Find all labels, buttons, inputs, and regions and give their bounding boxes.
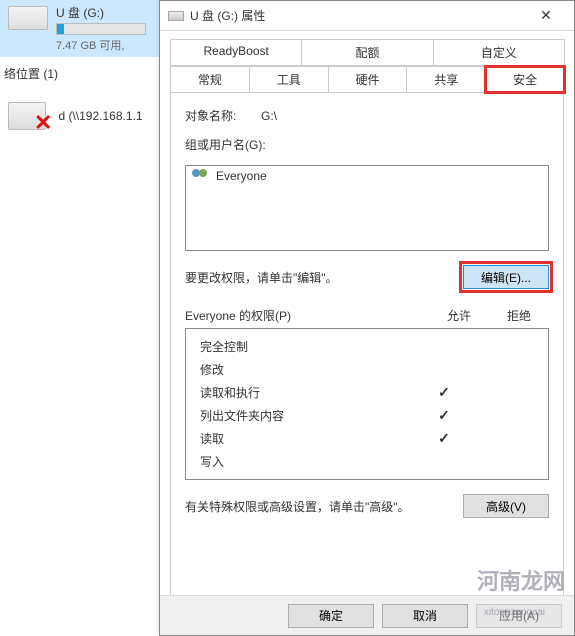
permission-name: 写入 (200, 453, 414, 470)
drive-capacity-fill (57, 24, 64, 34)
permissions-header-allow: 允许 (429, 307, 489, 324)
cancel-button[interactable]: 取消 (382, 604, 468, 628)
permission-row: 完全控制 (186, 335, 548, 358)
network-drive-item[interactable]: ✕ d (\\192.168.1.1 (0, 92, 160, 140)
tab-sharing[interactable]: 共享 (406, 66, 486, 93)
security-panel: 对象名称: G:\ 组或用户名(G): Everyone 要更改权限，请单击"编… (170, 92, 564, 612)
drive-name: U 盘 (G:) (56, 4, 146, 21)
disconnected-icon: ✕ (34, 110, 52, 136)
titlebar: U 盘 (G:) 属性 ✕ (160, 1, 574, 31)
tab-quota[interactable]: 配额 (301, 39, 433, 66)
edit-button[interactable]: 编辑(E)... (463, 265, 549, 289)
tab-row-bottom: 常规 工具 硬件 共享 安全 (170, 66, 564, 93)
advanced-row: 有关特殊权限或高级设置，请单击"高级"。 高级(V) (185, 494, 549, 518)
permissions-header-name: Everyone 的权限(P) (185, 307, 429, 324)
group-list[interactable]: Everyone (185, 165, 549, 251)
drive-capacity-bar (56, 23, 146, 35)
group-item-everyone[interactable]: Everyone (186, 166, 548, 186)
permission-row: 读取和执行✓ (186, 381, 548, 404)
dialog-title: U 盘 (G:) 属性 (190, 7, 526, 24)
drive-item[interactable]: U 盘 (G:) 7.47 GB 可用, (0, 0, 160, 57)
tab-customize[interactable]: 自定义 (433, 39, 565, 66)
group-icon (192, 169, 210, 183)
tab-security[interactable]: 安全 (485, 66, 565, 93)
apply-button[interactable]: 应用(A) (476, 604, 562, 628)
permission-row: 写入 (186, 450, 548, 473)
drive-icon (8, 6, 48, 30)
permission-name: 完全控制 (200, 338, 414, 355)
permission-name: 列出文件夹内容 (200, 407, 414, 424)
dialog-buttons: 确定 取消 应用(A) (160, 595, 574, 635)
network-locations-header: 络位置 (1) (0, 57, 160, 86)
permission-name: 读取 (200, 430, 414, 447)
tab-readyboost[interactable]: ReadyBoost (170, 39, 302, 66)
drive-info: U 盘 (G:) 7.47 GB 可用, (56, 4, 146, 53)
permissions-list[interactable]: 完全控制修改读取和执行✓列出文件夹内容✓读取✓写入 (185, 328, 549, 480)
permission-name: 读取和执行 (200, 384, 414, 401)
drive-title-icon (168, 11, 184, 21)
permission-row: 列出文件夹内容✓ (186, 404, 548, 427)
advanced-button[interactable]: 高级(V) (463, 494, 549, 518)
object-name-label: 对象名称: (185, 107, 261, 124)
permission-allow: ✓ (414, 384, 474, 401)
network-drive-label: d (\\192.168.1.1 (58, 109, 142, 123)
permissions-header-deny: 拒绝 (489, 307, 549, 324)
object-name-row: 对象名称: G:\ (185, 107, 549, 124)
tab-hardware[interactable]: 硬件 (328, 66, 408, 93)
edit-hint: 要更改权限，请单击"编辑"。 (185, 269, 338, 286)
advanced-hint: 有关特殊权限或高级设置，请单击"高级"。 (185, 498, 410, 515)
permission-allow: ✓ (414, 407, 474, 424)
tab-row-top: ReadyBoost 配额 自定义 (170, 39, 564, 66)
properties-dialog: U 盘 (G:) 属性 ✕ ReadyBoost 配额 自定义 常规 工具 硬件… (159, 0, 575, 636)
permission-row: 读取✓ (186, 427, 548, 450)
ok-button[interactable]: 确定 (288, 604, 374, 628)
drive-free-text: 7.47 GB 可用, (56, 37, 146, 53)
explorer-background: U 盘 (G:) 7.47 GB 可用, 络位置 (1) ✕ d (\\192.… (0, 0, 160, 636)
permission-row: 修改 (186, 358, 548, 381)
group-label-row: 组或用户名(G): (185, 136, 549, 153)
permission-name: 修改 (200, 361, 414, 378)
object-name-value: G:\ (261, 109, 277, 123)
tab-general[interactable]: 常规 (170, 66, 250, 93)
permissions-header: Everyone 的权限(P) 允许 拒绝 (185, 307, 549, 324)
tab-tools[interactable]: 工具 (249, 66, 329, 93)
group-item-label: Everyone (216, 169, 267, 183)
tab-container: ReadyBoost 配额 自定义 常规 工具 硬件 共享 安全 对象名称: G… (160, 31, 574, 612)
permission-allow: ✓ (414, 430, 474, 447)
close-button[interactable]: ✕ (526, 2, 566, 30)
edit-row: 要更改权限，请单击"编辑"。 编辑(E)... (185, 265, 549, 289)
group-label: 组或用户名(G): (185, 136, 266, 153)
